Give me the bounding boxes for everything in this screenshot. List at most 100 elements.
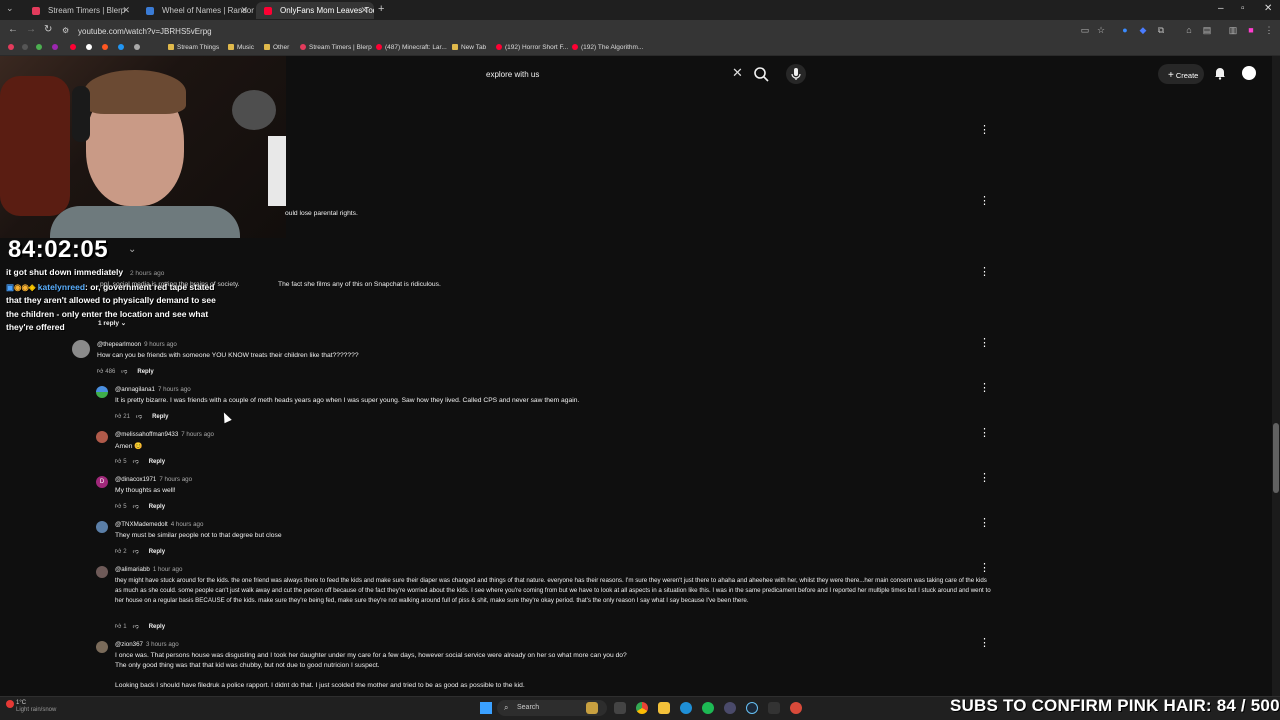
extension-icon[interactable]: ◆ xyxy=(1138,25,1148,35)
account-avatar[interactable] xyxy=(1242,66,1256,80)
bookmark-icon[interactable] xyxy=(86,44,95,51)
comment-author[interactable]: @alimariabb 1 hour ago xyxy=(115,566,182,573)
site-info-icon[interactable]: ⚙ xyxy=(62,26,69,35)
bookmark-icon[interactable] xyxy=(8,44,17,51)
comment-menu-icon[interactable]: ⋮ xyxy=(979,125,990,136)
comment-menu-icon[interactable]: ⋮ xyxy=(979,473,990,484)
app-icon[interactable] xyxy=(790,702,802,714)
tab-wheel-of-names[interactable]: Wheel of Names | Random nam ✕ xyxy=(138,2,254,19)
maximize-icon[interactable]: ▫ xyxy=(1241,3,1245,14)
search-icon[interactable] xyxy=(752,65,770,83)
comment-author[interactable]: @TNXMademedolt 4 hours ago xyxy=(115,521,203,528)
tab-stream-timers[interactable]: Stream Timers | Blerp ✕ xyxy=(24,2,136,19)
notifications-bell-icon[interactable] xyxy=(1213,66,1227,80)
like-icon[interactable]: 👍︎ xyxy=(115,624,121,630)
avatar[interactable] xyxy=(96,386,108,398)
search-input[interactable]: explore with us xyxy=(478,64,748,84)
close-window-icon[interactable]: ✕ xyxy=(1264,3,1272,14)
edge-icon[interactable] xyxy=(680,702,692,714)
comment-author[interactable]: @thepearlmoon 9 hours ago xyxy=(97,341,177,348)
minimize-icon[interactable]: – xyxy=(1218,3,1224,14)
trash-icon[interactable]: ▤ xyxy=(1202,25,1212,35)
bookmark-icon[interactable] xyxy=(22,44,31,51)
task-view-icon[interactable] xyxy=(614,702,626,714)
dislike-icon[interactable]: 👎︎ xyxy=(133,504,139,510)
like-icon[interactable]: 👍︎ xyxy=(115,459,121,465)
comment-author[interactable]: @zion367 3 hours ago xyxy=(115,641,179,648)
comment-menu-icon[interactable]: ⋮ xyxy=(979,338,990,349)
comment-author[interactable]: @melissahoffman9433 7 hours ago xyxy=(115,431,214,438)
close-tab-icon[interactable]: ✕ xyxy=(240,5,248,16)
comment-author[interactable]: @dinacox1971 7 hours ago xyxy=(115,476,192,483)
reply-button[interactable]: Reply xyxy=(152,414,168,420)
dislike-icon[interactable]: 👎︎ xyxy=(133,549,139,555)
avatar[interactable] xyxy=(96,641,108,653)
scrollbar-track[interactable] xyxy=(1272,56,1280,696)
cast-icon[interactable]: ▭ xyxy=(1080,25,1090,35)
bookmark-folder-other[interactable]: Other xyxy=(264,44,289,51)
puzzle-icon[interactable]: ⧉ xyxy=(1156,25,1166,35)
windows-start-icon[interactable] xyxy=(480,702,492,714)
bookmark-icon[interactable] xyxy=(118,44,127,51)
bookmark-folder-music[interactable]: Music xyxy=(228,44,254,51)
extension-icon[interactable]: ● xyxy=(1120,25,1130,35)
avatar[interactable]: D xyxy=(96,476,108,488)
like-icon[interactable]: 👍︎ xyxy=(115,414,121,420)
back-icon[interactable]: ← xyxy=(8,24,18,35)
dislike-icon[interactable]: 👎︎ xyxy=(133,624,139,630)
obs-icon[interactable] xyxy=(724,702,736,714)
dislike-icon[interactable]: 👎︎ xyxy=(121,369,127,375)
steam-icon[interactable] xyxy=(746,702,758,714)
comment-menu-icon[interactable]: ⋮ xyxy=(979,428,990,439)
dislike-icon[interactable]: 👎︎ xyxy=(136,414,142,420)
spotify-icon[interactable] xyxy=(702,702,714,714)
tab-youtube-video[interactable]: OnlyFans Mom Leaves Toddler ✕ xyxy=(256,2,374,19)
clear-search-icon[interactable]: ✕ xyxy=(732,66,743,80)
bookmark-icon[interactable] xyxy=(102,44,111,51)
chrome-icon[interactable] xyxy=(636,702,648,714)
app-icon[interactable] xyxy=(768,702,780,714)
new-tab-button[interactable]: + xyxy=(378,3,384,15)
replies-toggle[interactable]: 1 reply ⌄ xyxy=(98,319,126,327)
reply-button[interactable]: Reply xyxy=(137,369,153,375)
reply-button[interactable]: Reply xyxy=(149,549,165,555)
like-icon[interactable]: 👍︎ xyxy=(97,369,103,375)
menu-icon[interactable]: ⋮ xyxy=(1264,25,1274,35)
comment-author[interactable]: @annagilana1 7 hours ago xyxy=(115,386,191,393)
close-tab-icon[interactable]: ✕ xyxy=(360,5,368,16)
comment-menu-icon[interactable]: ⋮ xyxy=(979,638,990,649)
bookmark-icon[interactable] xyxy=(36,44,45,51)
taskbar-app-icon[interactable] xyxy=(586,702,598,714)
bookmark-horror-short[interactable]: (192) Horror Short F... xyxy=(496,44,568,51)
bookmark-new-tab[interactable]: New Tab xyxy=(452,44,486,51)
bookmark-star-icon[interactable]: ☆ xyxy=(1096,25,1106,35)
weather-widget[interactable]: 1°C Light rain/snow xyxy=(16,700,56,714)
bookmark-folder-stream-things[interactable]: Stream Things xyxy=(168,44,219,51)
bookmark-algorithm[interactable]: (192) The Algorithm... xyxy=(572,44,643,51)
avatar[interactable] xyxy=(96,431,108,443)
reply-button[interactable]: Reply xyxy=(149,624,165,630)
avatar[interactable] xyxy=(72,340,90,358)
bookmark-stream-timers[interactable]: Stream Timers | Blerp xyxy=(300,44,372,51)
comment-menu-icon[interactable]: ⋮ xyxy=(979,563,990,574)
comment-menu-icon[interactable]: ⋮ xyxy=(979,267,990,278)
like-icon[interactable]: 👍︎ xyxy=(115,549,121,555)
bookmark-icon[interactable] xyxy=(70,44,79,51)
bookmark-icon[interactable] xyxy=(52,44,61,51)
sidepanel-icon[interactable]: ▥ xyxy=(1228,25,1238,35)
tab-search-icon[interactable]: ⌄ xyxy=(6,3,14,14)
forward-icon[interactable]: → xyxy=(26,24,36,35)
dislike-icon[interactable]: 👎︎ xyxy=(133,459,139,465)
create-button[interactable]: + Create xyxy=(1158,64,1204,84)
close-tab-icon[interactable]: ✕ xyxy=(122,5,130,16)
file-explorer-icon[interactable] xyxy=(658,702,670,714)
url-field[interactable]: youtube.com/watch?v=JBRHS5vErpg xyxy=(70,23,1070,39)
reload-icon[interactable]: ↻ xyxy=(44,24,52,35)
comment-menu-icon[interactable]: ⋮ xyxy=(979,383,990,394)
scrollbar-thumb[interactable] xyxy=(1273,423,1279,493)
profile-icon[interactable]: ■ xyxy=(1246,25,1256,35)
voice-search-button[interactable] xyxy=(786,64,806,84)
avatar[interactable] xyxy=(96,566,108,578)
bookmark-icon[interactable] xyxy=(134,44,143,51)
like-icon[interactable]: 👍︎ xyxy=(115,504,121,510)
